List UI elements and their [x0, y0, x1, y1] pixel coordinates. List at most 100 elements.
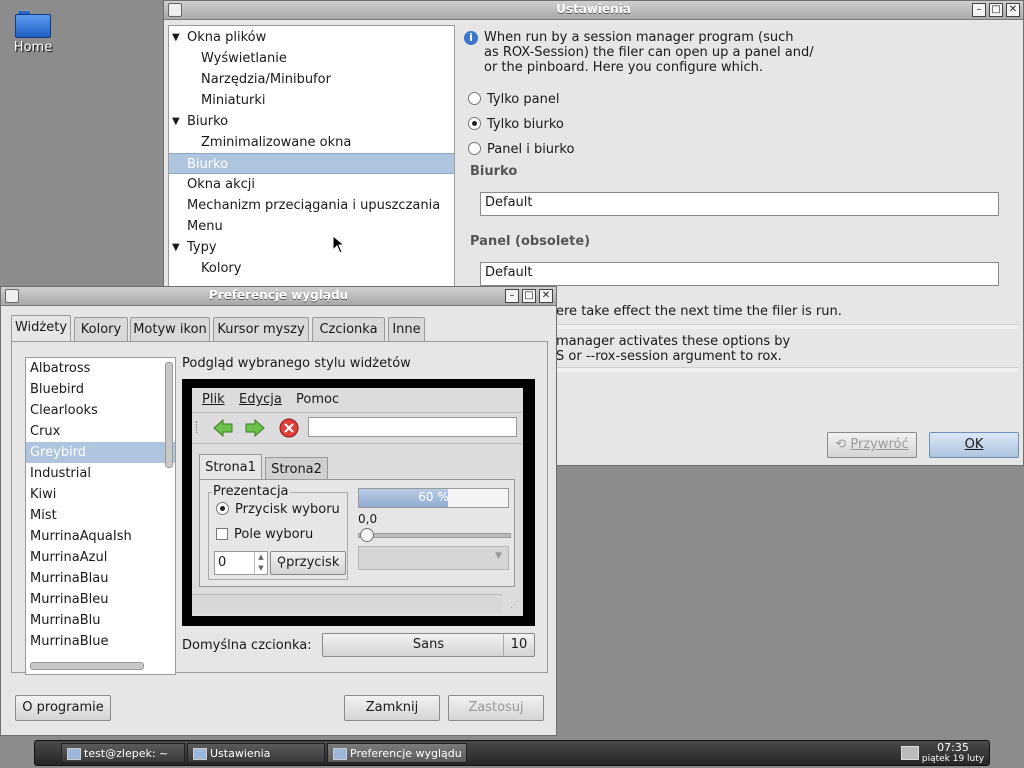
radio-panel-and-desk[interactable]: Panel i biurko — [468, 140, 574, 160]
stop-icon[interactable] — [279, 418, 299, 438]
tree-item[interactable]: Narzędzia/Minibufor — [169, 69, 454, 90]
horizontal-scrollbar[interactable] — [30, 662, 144, 670]
desktop-home-icon[interactable]: Home — [8, 8, 58, 55]
tree-item[interactable]: Zminimalizowane okna — [169, 132, 454, 153]
maximize-button[interactable]: □ — [522, 289, 536, 303]
radio-panel-only[interactable]: Tylko panel — [468, 90, 559, 110]
preview-heading: Podgląd wybranego stylu widżetów — [182, 356, 411, 371]
tree-item[interactable]: Miniaturki — [169, 90, 454, 111]
tab-widgets[interactable]: Widżety — [11, 315, 71, 342]
radio-label: Panel i biurko — [487, 142, 575, 157]
radio-indicator[interactable] — [468, 142, 481, 155]
tree-item-label: Typy — [187, 240, 217, 255]
preview-tab-2[interactable]: Strona2 — [265, 457, 328, 480]
font-button[interactable]: Sans 10 — [322, 633, 535, 657]
task-settings[interactable]: Ustawienia — [187, 743, 325, 763]
tab-mouse-cursor[interactable]: Kursor myszy — [213, 317, 309, 341]
close-button[interactable]: ✕ — [539, 289, 553, 303]
minimize-button[interactable]: – — [505, 289, 519, 303]
revert-button[interactable]: ⟲ Przywróć — [827, 432, 917, 458]
radio-indicator[interactable] — [216, 502, 229, 515]
list-item[interactable]: Industrial — [26, 463, 175, 484]
list-item[interactable]: Albatross — [26, 358, 175, 379]
clock[interactable]: 07:35 piątek 19 luty — [919, 741, 987, 765]
list-item[interactable]: MurrinaBleu — [26, 589, 175, 610]
desktop-home-label: Home — [13, 40, 53, 55]
expander-icon[interactable]: ▼ — [172, 27, 180, 48]
maximize-button[interactable]: □ — [989, 3, 1003, 17]
note-line: S or --rox-session argument to rox. — [556, 349, 782, 364]
tree-item[interactable]: Kolory — [169, 258, 454, 279]
list-item[interactable]: Crux — [26, 421, 175, 442]
tab-other[interactable]: Inne — [388, 317, 425, 341]
radio-desk-only[interactable]: Tylko biurko — [468, 115, 564, 135]
apply-button[interactable]: Zastosuj — [448, 695, 544, 721]
tab-font[interactable]: Czcionka — [312, 317, 385, 341]
tab-colors[interactable]: Kolory — [74, 317, 128, 341]
settings-titlebar[interactable]: Ustawienia – □ ✕ — [164, 1, 1023, 20]
expander-icon[interactable]: ▼ — [172, 111, 180, 132]
task-terminal[interactable]: test@zlepek: ~ — [61, 743, 185, 763]
spin-arrows-icon[interactable]: ▲ ▼ — [254, 552, 267, 574]
tree-item[interactable]: Menu — [169, 216, 454, 237]
prefs-titlebar[interactable]: Preferencje wyglądu – □ ✕ — [1, 287, 556, 306]
magnifier-icon: ⚲ — [276, 555, 287, 570]
info-line: as ROX-Session) the filer can open up a … — [484, 45, 814, 60]
desk-field[interactable]: Default — [480, 192, 999, 216]
vertical-scrollbar[interactable] — [165, 362, 173, 468]
preview-checkbox[interactable]: Pole wyboru — [216, 527, 313, 542]
preview-combo[interactable]: ▼ — [358, 546, 509, 570]
radio-indicator[interactable] — [468, 92, 481, 105]
preview-text-entry[interactable] — [308, 417, 517, 437]
menu-file[interactable]: Plik — [202, 392, 225, 407]
preview-slider-track[interactable] — [358, 533, 511, 538]
forward-arrow-icon[interactable] — [244, 418, 266, 438]
minimize-button[interactable]: – — [972, 3, 986, 17]
list-item-selected[interactable]: Greybird — [26, 442, 175, 463]
radio-label: Tylko biurko — [487, 117, 564, 132]
about-button[interactable]: O programie — [15, 695, 111, 721]
preview-button[interactable]: ⚲przycisk — [270, 551, 346, 575]
list-item[interactable]: MurrinaBlue — [26, 631, 175, 652]
expander-icon[interactable]: ▼ — [172, 237, 180, 258]
tree-item[interactable]: ▼ Okna plików — [169, 27, 454, 48]
list-item[interactable]: Kiwi — [26, 484, 175, 505]
tree-item-label: Okna akcji — [187, 177, 255, 192]
ok-button[interactable]: OK — [929, 432, 1019, 458]
tab-icon-theme[interactable]: Motyw ikon — [130, 317, 210, 341]
list-item[interactable]: MurrinaAzul — [26, 547, 175, 568]
preview-radio[interactable]: Przycisk wyboru — [216, 502, 340, 517]
tree-item[interactable]: Mechanizm przeciągania i upuszczania — [169, 195, 454, 216]
list-item[interactable]: Mist — [26, 505, 175, 526]
panel-field[interactable]: Default — [480, 262, 999, 286]
preview-spinbutton[interactable]: 0 ▲ ▼ — [214, 551, 268, 575]
radio-indicator[interactable] — [468, 117, 481, 130]
list-item[interactable]: MurrinaBlau — [26, 568, 175, 589]
tray-network-icon[interactable] — [901, 746, 919, 760]
preview-slider-handle[interactable] — [360, 528, 374, 542]
clock-time: 07:35 — [937, 741, 969, 754]
widget-preview: Plik Edycja Pomoc Strona1 Strona2 Prezen… — [182, 379, 535, 626]
theme-list[interactable]: Albatross Bluebird Clearlooks Crux Greyb… — [25, 357, 176, 675]
list-item[interactable]: Clearlooks — [26, 400, 175, 421]
note-text: ere take effect the next time the filer … — [556, 304, 842, 319]
tree-item[interactable]: Okna akcji — [169, 174, 454, 195]
tree-item[interactable]: ▼ Typy — [169, 237, 454, 258]
preview-tab-1[interactable]: Strona1 — [199, 454, 262, 480]
tree-item[interactable]: Wyświetlanie — [169, 48, 454, 69]
menu-help[interactable]: Pomoc — [296, 392, 339, 407]
checkbox-indicator[interactable] — [216, 528, 228, 540]
task-label: Preferencje wyglądu — [350, 747, 462, 760]
list-item[interactable]: MurrinaBlu — [26, 610, 175, 631]
list-item[interactable]: Bluebird — [26, 379, 175, 400]
settings-tree[interactable]: ▼ Okna plików Wyświetlanie Narzędzia/Mini… — [168, 25, 455, 289]
back-arrow-icon[interactable] — [212, 418, 234, 438]
task-appearance-prefs[interactable]: Preferencje wyglądu — [327, 743, 467, 763]
menu-edit[interactable]: Edycja — [239, 392, 282, 407]
close-dialog-button[interactable]: Zamknij — [344, 695, 440, 721]
close-button[interactable]: ✕ — [1006, 3, 1020, 17]
resize-grip-icon[interactable]: ⋰ — [510, 600, 520, 610]
tree-item-selected[interactable]: Biurko — [169, 153, 454, 174]
tree-item[interactable]: ▼ Biurko — [169, 111, 454, 132]
list-item[interactable]: MurrinaAquaIsh — [26, 526, 175, 547]
